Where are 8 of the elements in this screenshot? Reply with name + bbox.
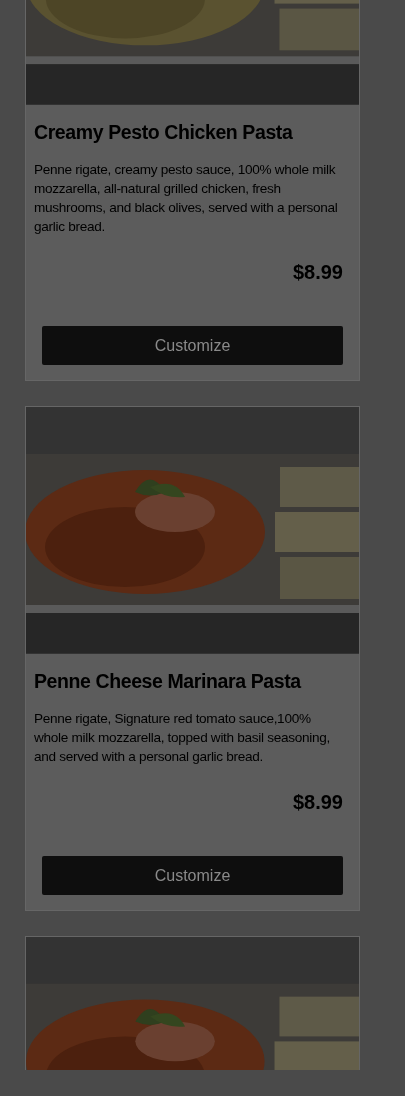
customize-button[interactable]: Customize bbox=[42, 856, 343, 895]
item-description: Penne rigate, Signature red tomato sauce,100% whole milk mozzarella, topped with basil seasoning, and served with a personal garlic bread. bbox=[34, 710, 331, 766]
item-title: Penne Cheese Marinara Pasta bbox=[34, 669, 303, 693]
item-title: Creamy Pesto Chicken Pasta bbox=[34, 120, 294, 144]
customize-button[interactable]: Customize bbox=[42, 326, 343, 365]
item-price: $8.99 bbox=[291, 261, 343, 284]
item-price: $8.99 bbox=[291, 791, 343, 814]
item-description: Penne rigate, creamy pesto sauce, 100% whole milk mozzarella, all-natural grilled chicken, fresh mushrooms, and black olives, served with a personal garlic bread. bbox=[34, 161, 339, 236]
